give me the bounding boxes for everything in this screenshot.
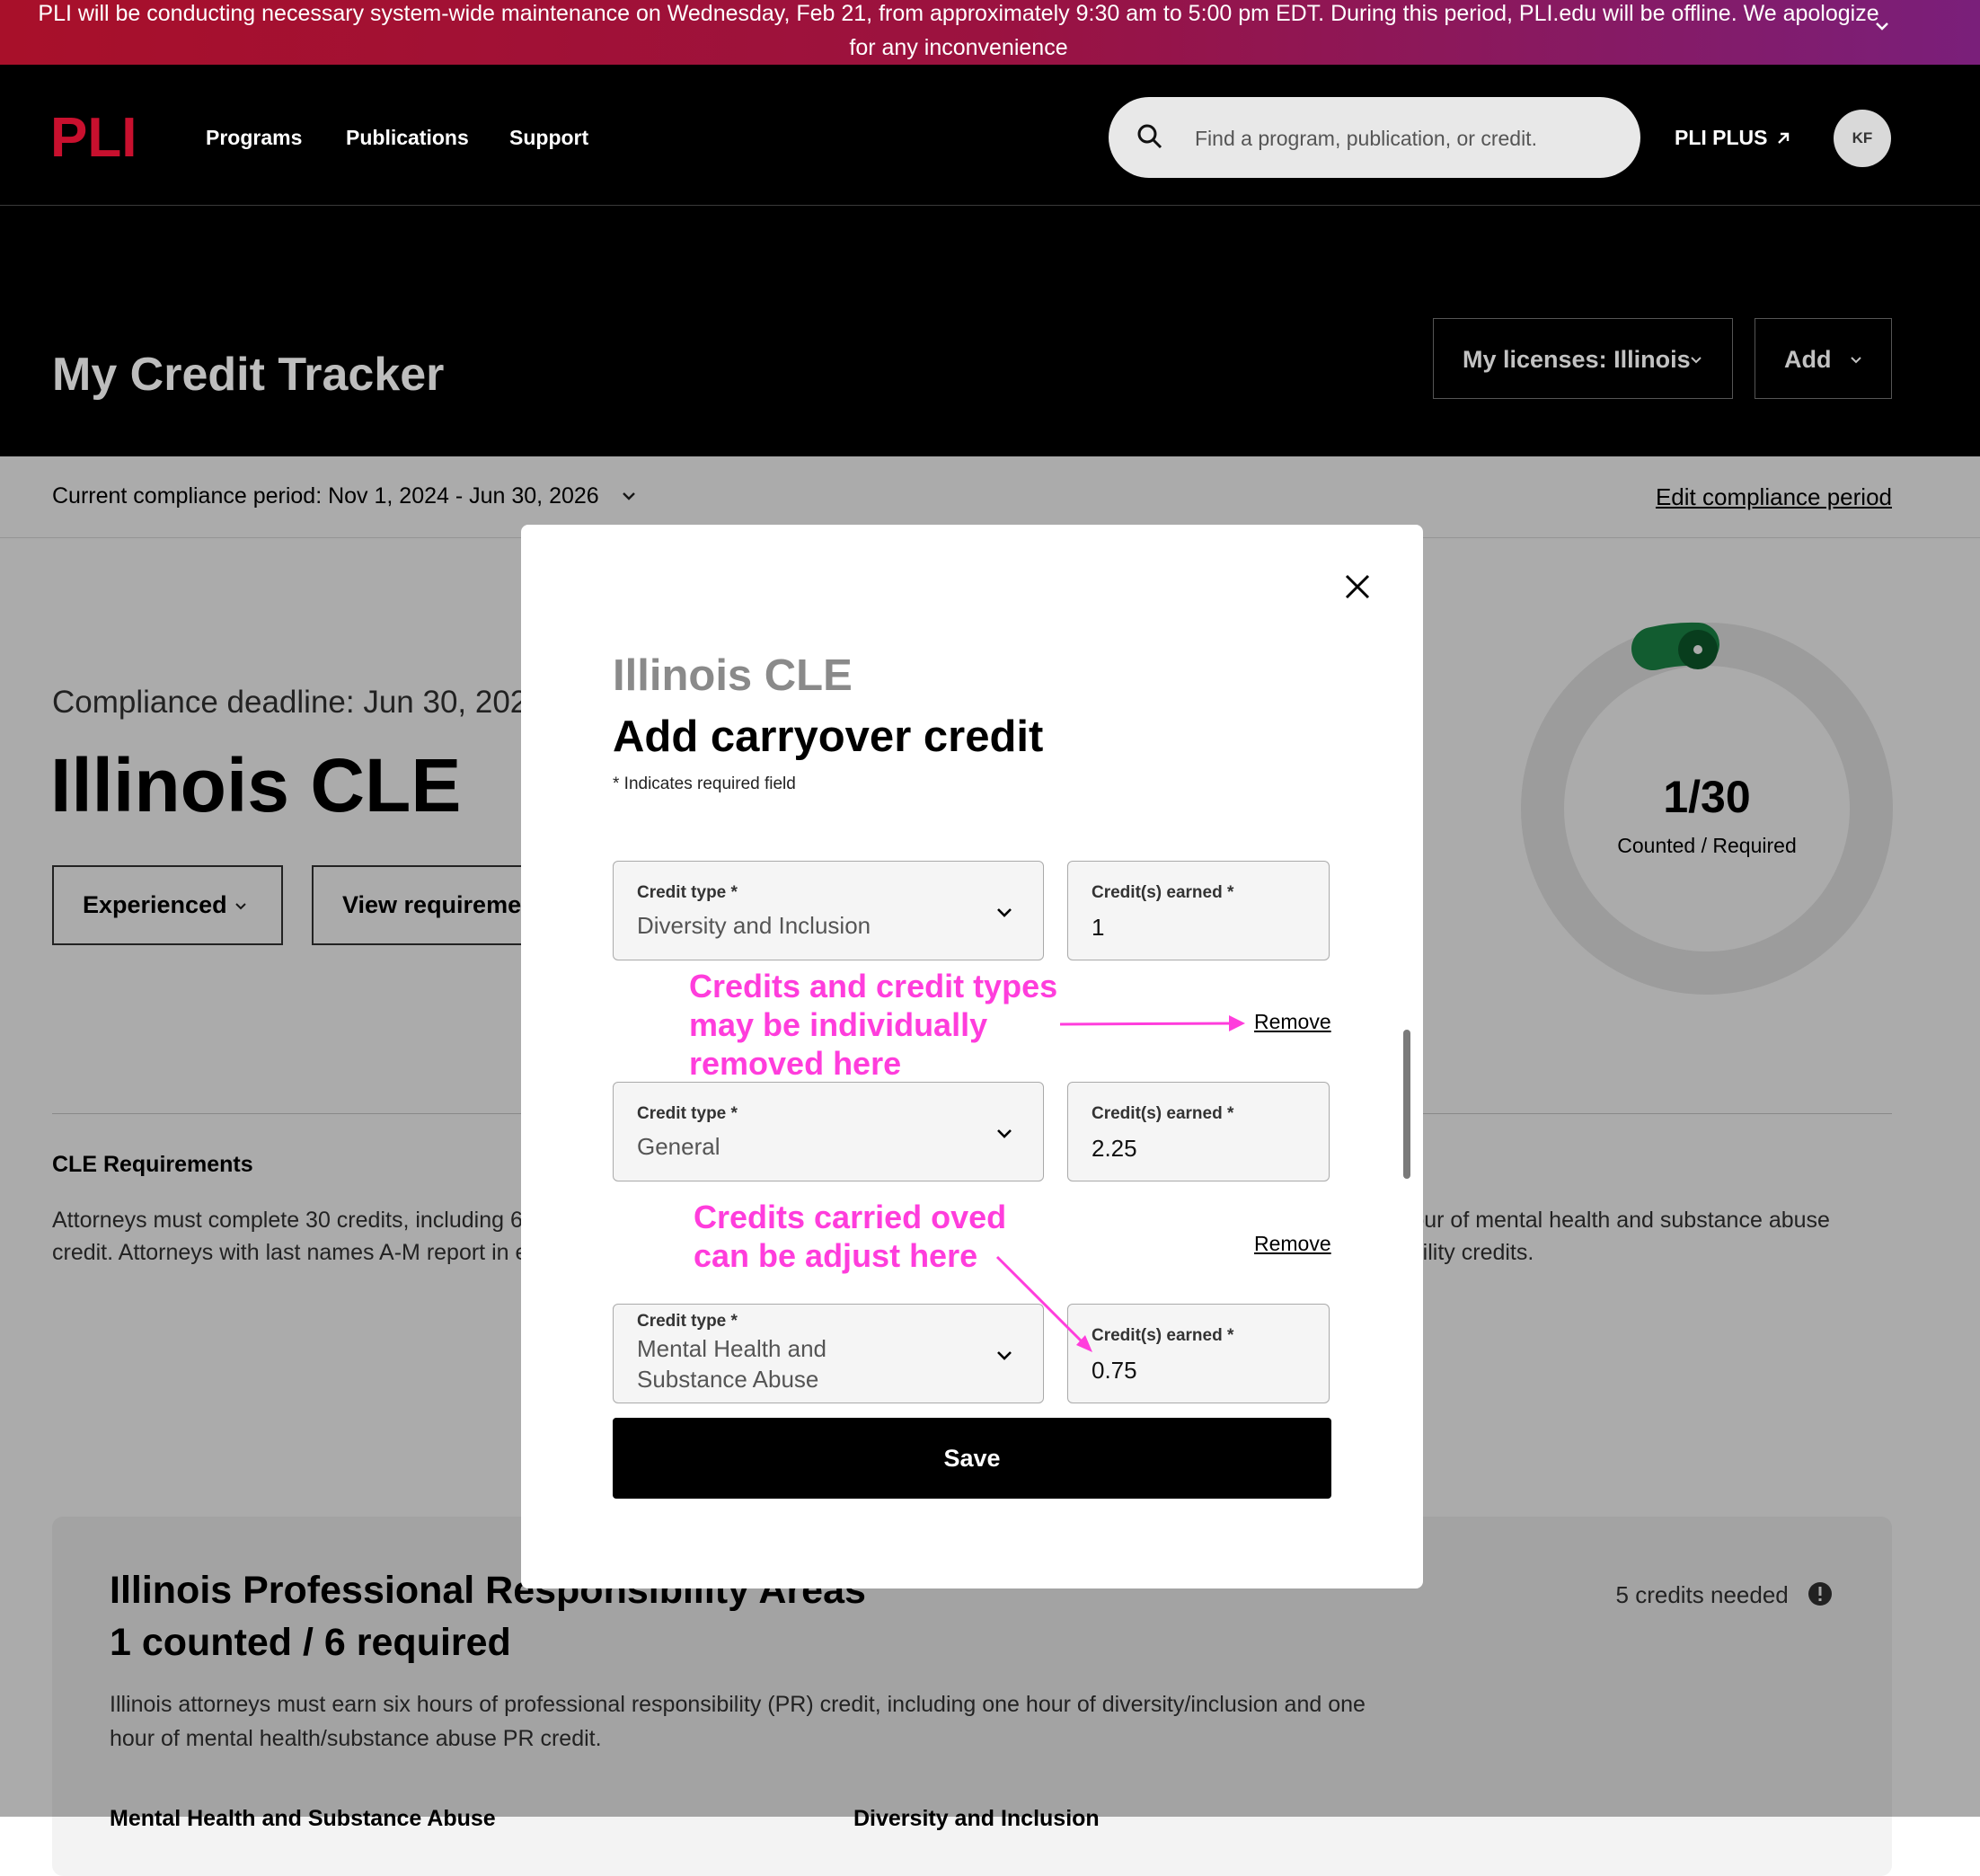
page-title: My Credit Tracker	[52, 349, 445, 401]
search-icon	[1137, 124, 1162, 149]
external-arrow-icon	[1777, 132, 1789, 144]
close-icon[interactable]	[1342, 571, 1373, 602]
credit-type-label: Credit type *	[637, 883, 738, 902]
modal-eyebrow: Illinois CLE	[613, 651, 853, 700]
chevron-down-icon[interactable]	[1872, 16, 1892, 36]
credit-type-select[interactable]: Credit type * Diversity and Inclusion	[613, 861, 1044, 960]
credit-type-label: Credit type *	[637, 1312, 738, 1331]
nav-programs[interactable]: Programs	[206, 126, 302, 150]
save-button[interactable]: Save	[613, 1418, 1331, 1499]
credits-earned-label: Credit(s) earned *	[1092, 1104, 1234, 1123]
add-dropdown[interactable]: Add	[1755, 318, 1892, 399]
credit-type-label: Credit type *	[637, 1104, 738, 1123]
annotation-adjust: Credits carried oved can be adjust here	[694, 1199, 1007, 1274]
banner-message: PLI will be conducting necessary system-…	[38, 1, 1879, 60]
hero: My Credit Tracker My licenses: Illinois …	[0, 206, 1980, 456]
credits-earned-input[interactable]: Credit(s) earned * 0.75	[1067, 1304, 1330, 1403]
logo-text: PLI	[50, 113, 137, 158]
nav-support[interactable]: Support	[509, 126, 588, 150]
credits-earned-label: Credit(s) earned *	[1092, 883, 1234, 902]
pli-plus-label: PLI PLUS	[1675, 126, 1768, 149]
site-header: PLI Programs Publications Support PLI PL…	[0, 65, 1980, 206]
page: PLI will be conducting necessary system-…	[0, 0, 1980, 1876]
modal-scrollbar[interactable]	[1403, 1030, 1410, 1179]
nav-publications[interactable]: Publications	[346, 126, 469, 150]
credits-earned-value: 0.75	[1092, 1357, 1137, 1384]
licenses-label: My licenses: Illinois	[1463, 346, 1691, 373]
credits-earned-label: Credit(s) earned *	[1092, 1326, 1234, 1345]
search-bar[interactable]	[1109, 97, 1640, 178]
credits-earned-input[interactable]: Credit(s) earned * 1	[1067, 861, 1330, 960]
credits-earned-input[interactable]: Credit(s) earned * 2.25	[1067, 1082, 1330, 1181]
chevron-down-icon	[997, 1351, 1012, 1360]
credit-type-value: General	[637, 1133, 720, 1160]
chevron-down-icon	[1851, 357, 1861, 364]
remove-link[interactable]: Remove	[1254, 1010, 1331, 1034]
credit-type-select[interactable]: Credit type * General	[613, 1082, 1044, 1181]
chevron-down-icon	[997, 908, 1012, 917]
maintenance-banner: PLI will be conducting necessary system-…	[0, 0, 1980, 65]
licenses-dropdown[interactable]: My licenses: Illinois	[1433, 318, 1733, 399]
credit-type-value: Mental Health and Substance Abuse	[637, 1335, 827, 1393]
avatar[interactable]: KF	[1834, 110, 1891, 167]
remove-link[interactable]: Remove	[1254, 1232, 1331, 1256]
credit-type-select[interactable]: Credit type * Mental Health and Substanc…	[613, 1304, 1044, 1403]
credits-earned-value: 1	[1092, 914, 1105, 941]
carryover-modal: Illinois CLE Add carryover credit * Indi…	[521, 525, 1423, 1588]
pli-plus-link[interactable]: PLI PLUS	[1675, 126, 1791, 150]
chevron-down-icon	[997, 1129, 1012, 1138]
annotation-remove: Credits and credit types may be individu…	[689, 968, 1058, 1082]
add-label: Add	[1784, 346, 1832, 373]
required-note: * Indicates required field	[613, 774, 796, 793]
chevron-down-icon	[1691, 357, 1702, 364]
search-input[interactable]	[1193, 117, 1619, 160]
modal-title: Add carryover credit	[613, 712, 1044, 761]
credit-type-value: Diversity and Inclusion	[637, 912, 871, 939]
pli-logo[interactable]: PLI	[50, 113, 146, 158]
credits-earned-value: 2.25	[1092, 1135, 1137, 1162]
